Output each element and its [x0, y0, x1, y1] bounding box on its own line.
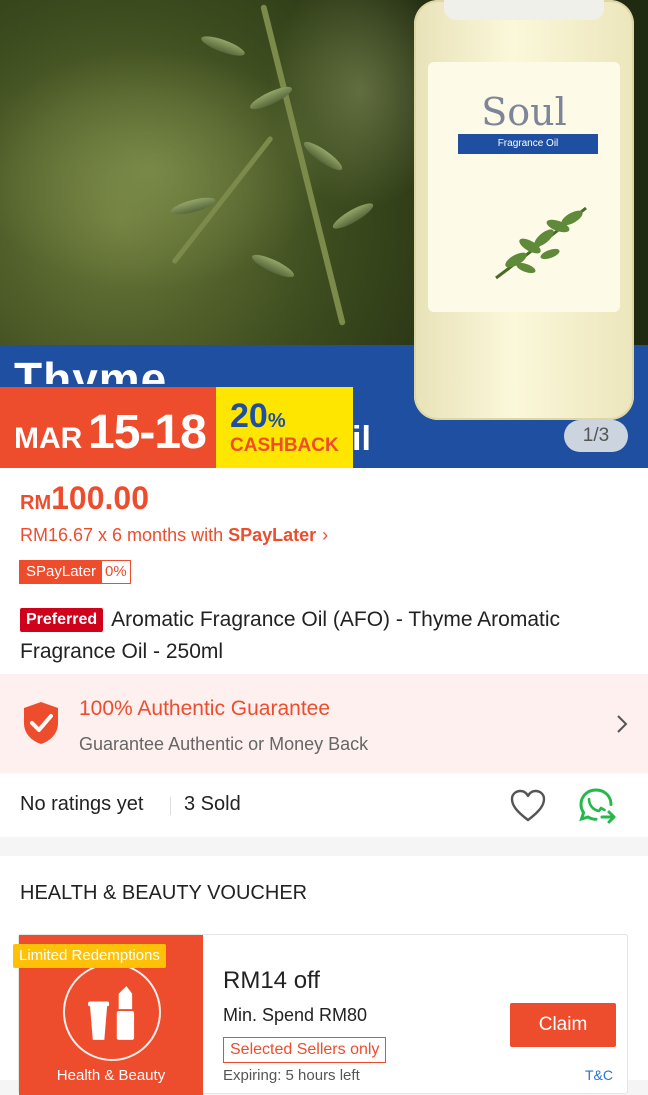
chevron-right-icon: › — [322, 525, 329, 545]
voucher-section: HEALTH & BEAUTY VOUCHER Health & Beauty … — [0, 856, 648, 1095]
divider — [170, 797, 171, 815]
price-currency: RM — [20, 492, 52, 514]
product-bottle: Soul Fragrance Oil — [414, 0, 634, 420]
cashback-banner: 20% CASHBACK — [216, 387, 353, 468]
terms-link[interactable]: T&C — [585, 1067, 613, 1083]
thyme-sprig-icon — [495, 206, 587, 280]
voucher-min-spend: Min. Spend RM80 — [223, 1005, 368, 1025]
brand-subtitle: Fragrance Oil — [458, 134, 598, 154]
voucher-category-badge — [63, 963, 161, 1061]
bottle-label: Soul Fragrance Oil — [428, 62, 620, 312]
cashback-percent: 20% — [230, 397, 286, 435]
product-price: RM100.00 — [20, 480, 149, 517]
installment-brand: SPayLater — [228, 525, 317, 545]
authentic-guarantee-row[interactable]: 100% Authentic Guarantee Guarantee Authe… — [0, 674, 648, 773]
ratings-row: No ratings yet 3 Sold — [0, 773, 648, 837]
voucher-title: RM14 off — [223, 967, 320, 994]
lipstick-icon — [88, 986, 135, 1040]
guarantee-title: 100% Authentic Guarantee — [79, 697, 331, 720]
spaylater-badge-label: SPayLater — [20, 561, 103, 583]
product-title: Preferred Aromatic Fragrance Oil (AFO) - … — [20, 604, 620, 668]
spaylater-badge-rate: 0% — [105, 563, 127, 580]
limited-redemptions-tag: Limited Redemptions — [13, 944, 166, 968]
voucher-seller-tag: Selected Sellers only — [223, 1037, 387, 1063]
voucher-category-label: Health & Beauty — [56, 1067, 166, 1084]
rating-status: No ratings yet — [20, 793, 144, 815]
chevron-right-icon — [617, 715, 628, 733]
promo-date-banner: MAR 15-18 — [0, 387, 216, 468]
claim-button[interactable]: Claim — [510, 1003, 616, 1047]
promo-month: MAR — [14, 422, 83, 455]
voucher-expiry: Expiring: 5 hours left — [223, 1067, 360, 1084]
voucher-section-title: HEALTH & BEAUTY VOUCHER — [20, 882, 308, 904]
cashback-label: CASHBACK — [230, 435, 339, 456]
shield-check-icon — [24, 702, 58, 744]
preferred-badge: Preferred — [20, 608, 104, 632]
brand-logo: Soul — [481, 90, 567, 134]
heart-icon[interactable] — [510, 789, 546, 823]
guarantee-subtitle: Guarantee Authentic or Money Back — [79, 734, 369, 754]
promo-dates: 15-18 — [88, 406, 207, 459]
spaylater-badge: SPayLater 0% — [19, 560, 131, 584]
whatsapp-share-icon[interactable] — [578, 787, 618, 825]
installment-link[interactable]: RM16.67 x 6 months with SPayLater › — [20, 525, 328, 546]
banner-product-tail: il — [352, 420, 371, 458]
installment-text: RM16.67 x 6 months with — [20, 525, 229, 545]
price-amount: 100.00 — [51, 480, 149, 516]
sold-count: 3 Sold — [184, 793, 241, 815]
product-info: RM100.00 RM16.67 x 6 months with SPayLat… — [0, 468, 648, 674]
product-image-carousel[interactable]: Thyme il Soul Fragrance Oil MAR 15-18 20… — [0, 0, 648, 468]
image-counter: 1/3 — [564, 420, 628, 452]
bottle-cap — [444, 0, 604, 20]
